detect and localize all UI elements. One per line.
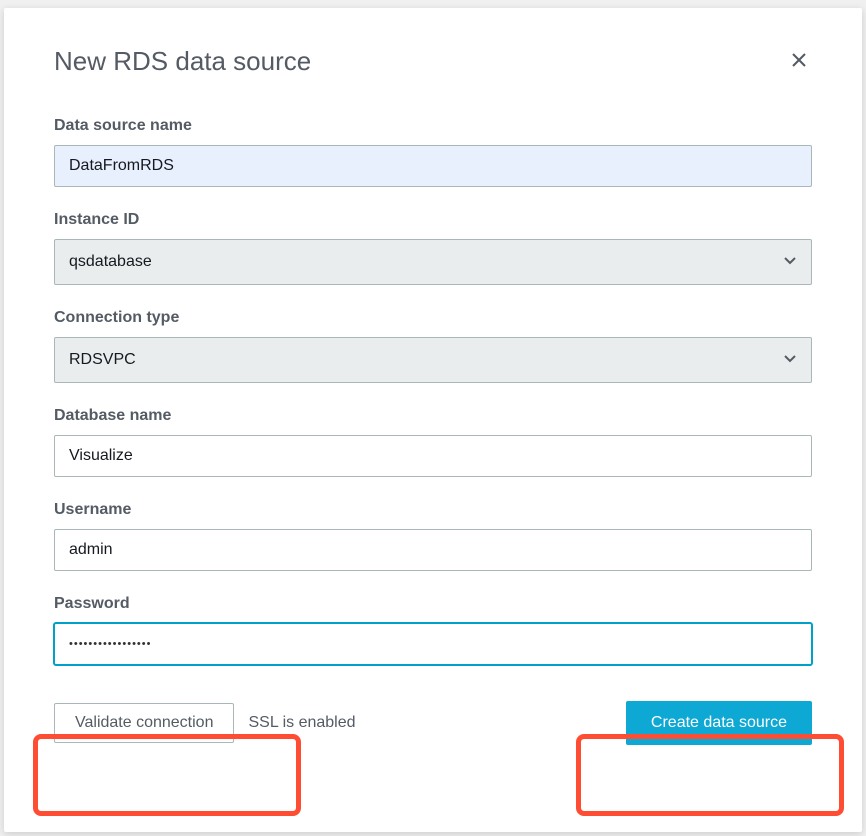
modal-title: New RDS data source bbox=[54, 46, 311, 77]
database-name-label: Database name bbox=[54, 407, 812, 425]
instance-id-select[interactable]: qsdatabase bbox=[54, 239, 812, 285]
new-rds-data-source-modal: New RDS data source Data source name Ins… bbox=[4, 8, 862, 832]
chevron-down-icon bbox=[783, 351, 797, 370]
data-source-name-input[interactable] bbox=[54, 145, 812, 187]
instance-id-label: Instance ID bbox=[54, 211, 812, 229]
username-group: Username bbox=[54, 501, 812, 571]
modal-header: New RDS data source bbox=[54, 46, 812, 77]
instance-id-value: qsdatabase bbox=[69, 253, 152, 271]
chevron-down-icon bbox=[783, 253, 797, 272]
instance-id-group: Instance ID qsdatabase bbox=[54, 211, 812, 285]
close-button[interactable] bbox=[786, 47, 812, 76]
password-label: Password bbox=[54, 595, 812, 613]
username-label: Username bbox=[54, 501, 812, 519]
username-input[interactable] bbox=[54, 529, 812, 571]
connection-type-value: RDSVPC bbox=[69, 351, 136, 369]
connection-type-select[interactable]: RDSVPC bbox=[54, 337, 812, 383]
password-input[interactable] bbox=[54, 623, 812, 665]
validate-connection-button[interactable]: Validate connection bbox=[54, 703, 234, 743]
footer-left: Validate connection SSL is enabled bbox=[54, 703, 356, 743]
connection-type-label: Connection type bbox=[54, 309, 812, 327]
modal-footer: Validate connection SSL is enabled Creat… bbox=[54, 701, 812, 745]
create-data-source-button[interactable]: Create data source bbox=[626, 701, 812, 745]
data-source-name-label: Data source name bbox=[54, 117, 812, 135]
close-icon bbox=[790, 51, 808, 72]
connection-type-group: Connection type RDSVPC bbox=[54, 309, 812, 383]
data-source-name-group: Data source name bbox=[54, 117, 812, 187]
ssl-status-text: SSL is enabled bbox=[248, 714, 355, 732]
database-name-input[interactable] bbox=[54, 435, 812, 477]
password-group: Password bbox=[54, 595, 812, 665]
database-name-group: Database name bbox=[54, 407, 812, 477]
